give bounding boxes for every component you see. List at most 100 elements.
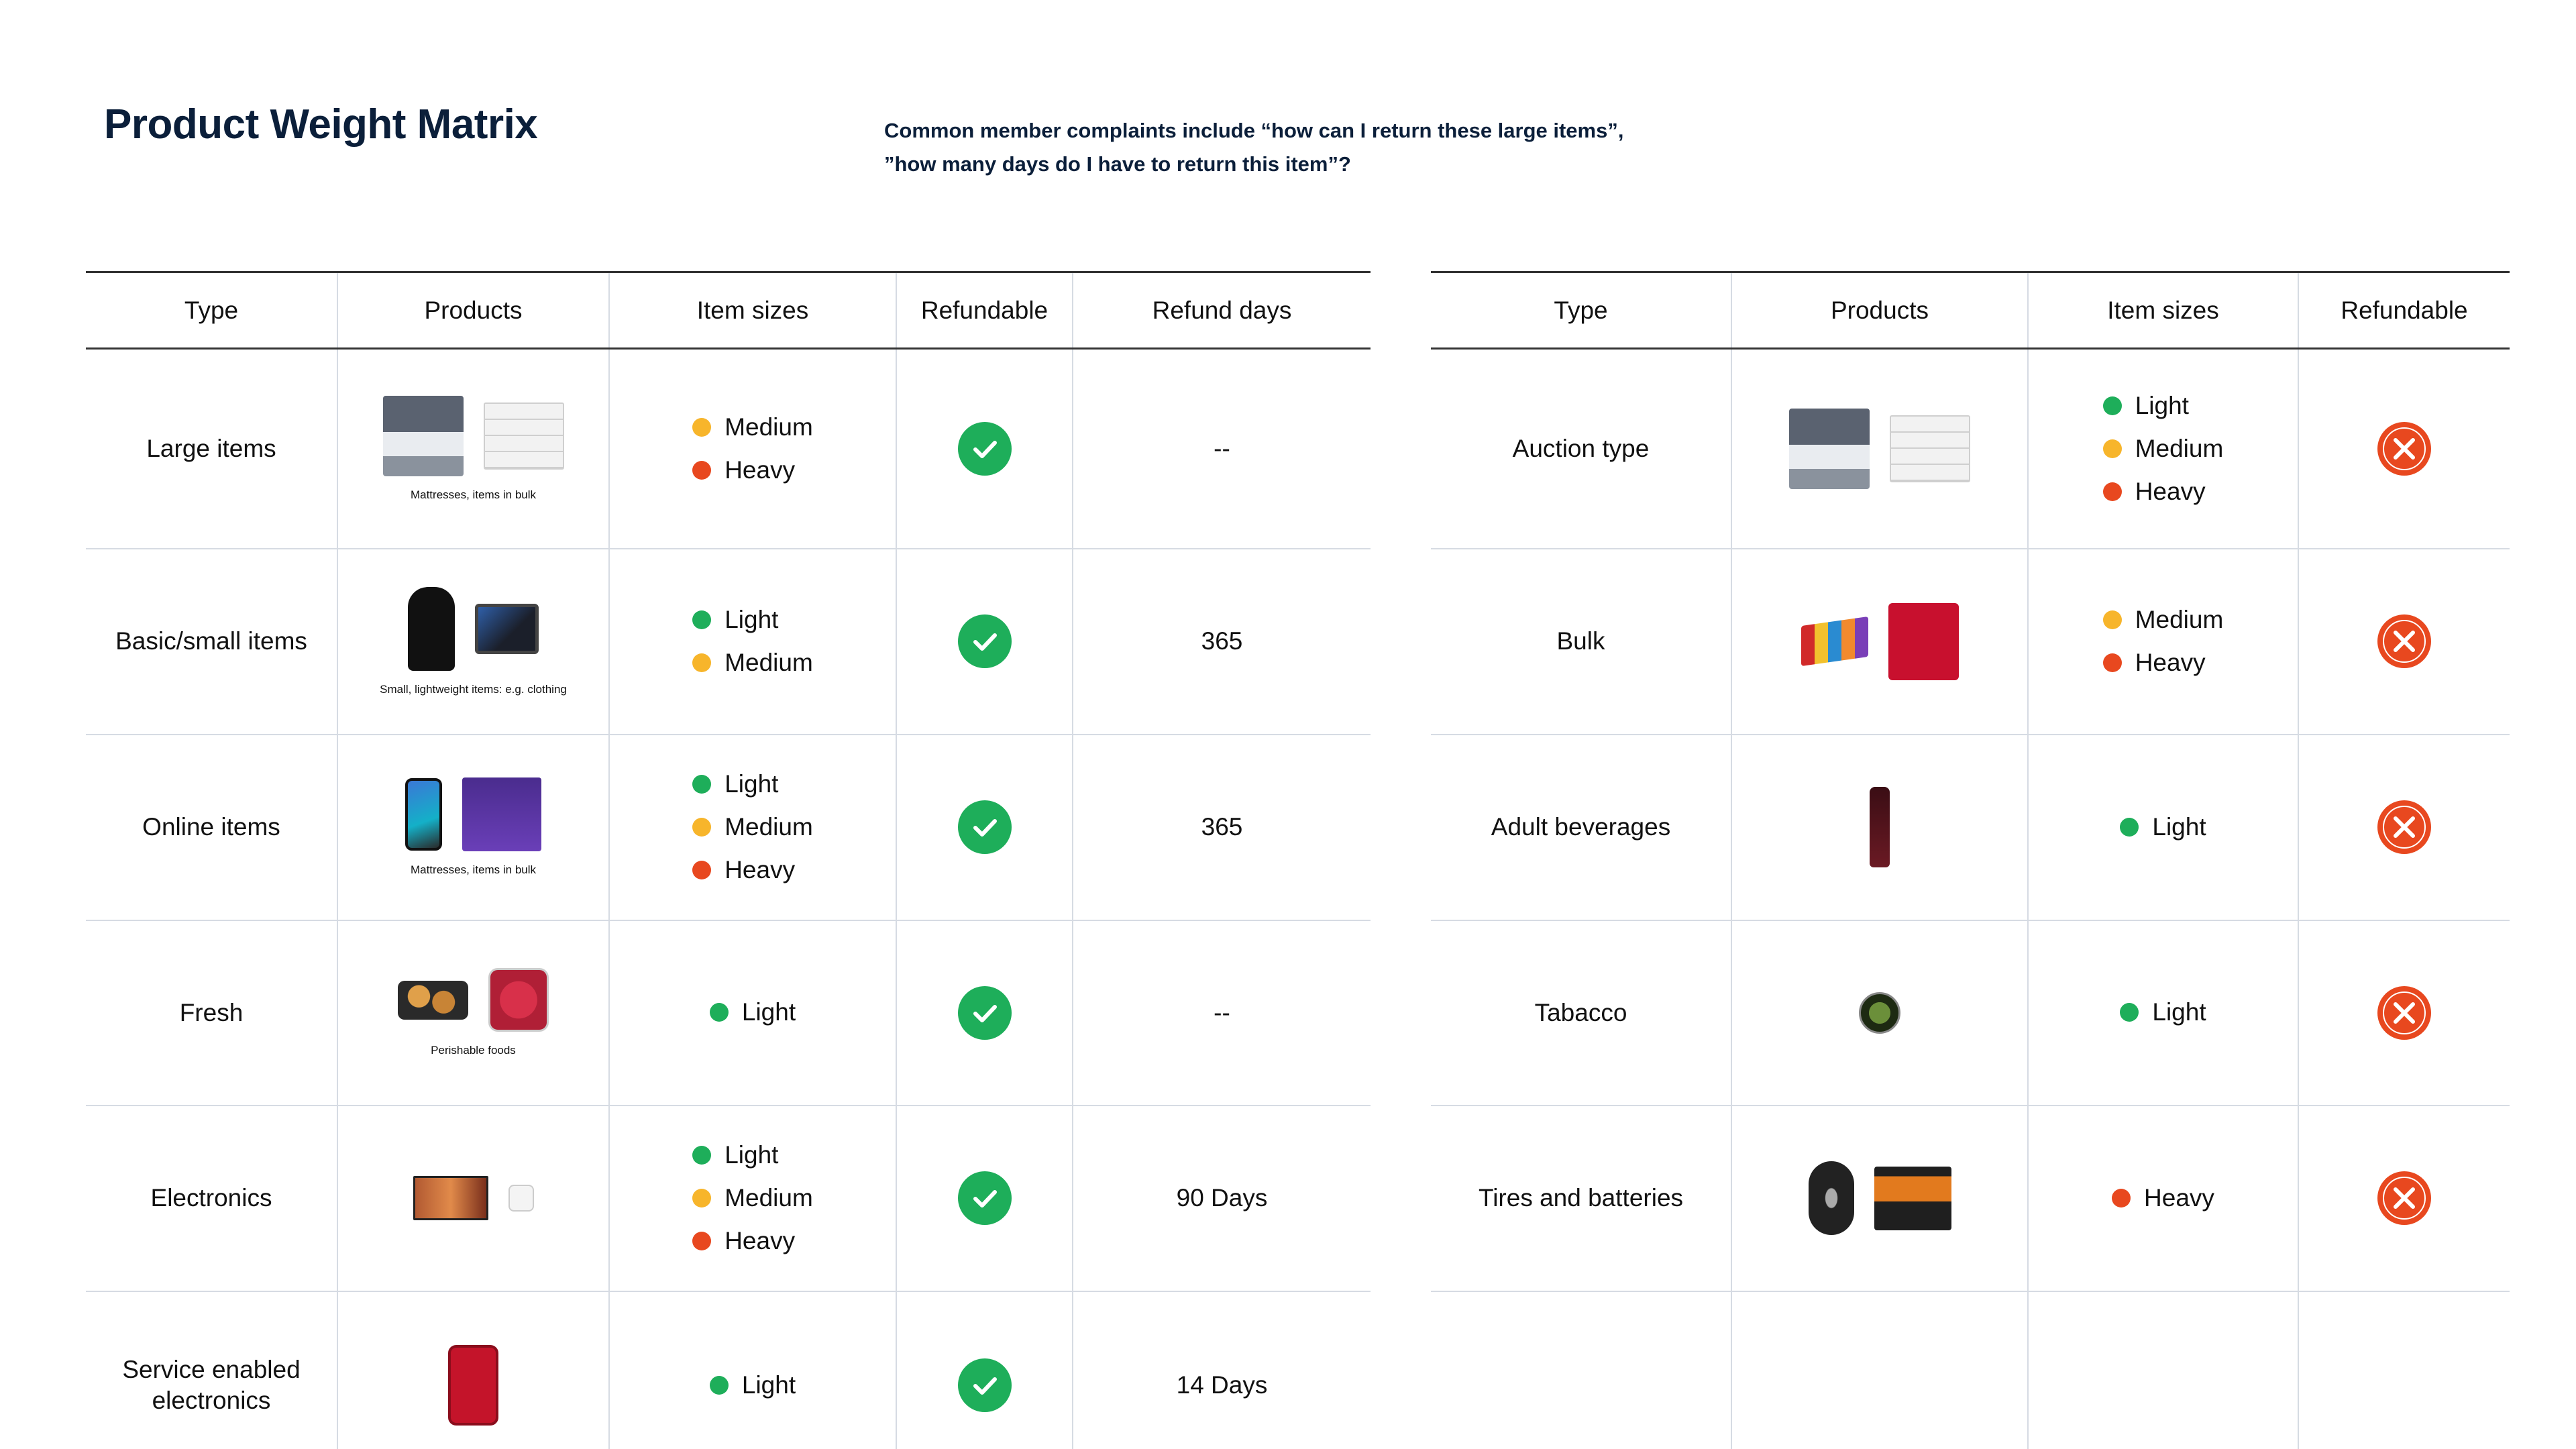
table-row: Auction type Light Medium Heavy	[1431, 348, 2510, 549]
size-light: Light	[709, 1371, 796, 1400]
refundable-cell	[2298, 734, 2510, 921]
products-cell	[1731, 348, 2028, 549]
size-heavy: Heavy	[2112, 1183, 2214, 1213]
size-heavy: Heavy	[2102, 477, 2206, 506]
light-dot-icon	[709, 1375, 729, 1395]
heavy-dot-icon	[2102, 653, 2122, 672]
size-medium: Medium	[692, 812, 813, 842]
check-circle-icon	[957, 614, 1012, 668]
dresser-icon	[483, 402, 564, 470]
products-caption: Small, lightweight items: e.g. clothing	[380, 682, 567, 696]
table-row: Tabacco Light	[1431, 920, 2510, 1106]
refund-days-cell: --	[1072, 920, 1371, 1106]
member-complaints-note: Common member complaints include “how ca…	[884, 114, 1623, 181]
food-tray-icon	[398, 980, 468, 1020]
item-sizes-cell: Light Medium Heavy	[608, 1105, 896, 1292]
products-caption: Mattresses, items in bulk	[410, 488, 537, 501]
tv-icon	[413, 1176, 488, 1220]
type-cell: Service enabled electronics	[122, 1356, 301, 1414]
candy-bars-icon	[1801, 616, 1868, 667]
size-medium: Medium	[2102, 434, 2223, 464]
snack-box-icon	[462, 777, 541, 851]
tobacco-tin-icon	[1859, 991, 1900, 1034]
medium-dot-icon	[692, 1189, 712, 1208]
refundable-cell	[2298, 348, 2510, 549]
table-row: Electronics Light Medium Heavy 90 Days	[86, 1105, 1371, 1292]
x-circle-icon	[2377, 800, 2431, 854]
header-type: Type	[1431, 271, 1731, 350]
light-dot-icon	[692, 610, 712, 629]
heavy-dot-icon	[692, 861, 712, 879]
size-light: Light	[709, 998, 796, 1027]
medium-dot-icon	[2102, 439, 2122, 458]
item-sizes-cell: Medium Heavy	[2027, 548, 2298, 735]
size-light: Light	[2102, 391, 2189, 421]
check-circle-icon	[957, 985, 1012, 1040]
power-adapter-icon	[508, 1185, 534, 1212]
medium-dot-icon	[692, 417, 712, 437]
refund-days-cell: 90 Days	[1072, 1105, 1371, 1292]
empty-table-row	[1431, 1291, 2510, 1449]
page-title: Product Weight Matrix	[104, 101, 538, 148]
item-sizes-cell: Light Medium Heavy	[608, 734, 896, 921]
heavy-dot-icon	[2102, 482, 2122, 501]
products-cell	[1731, 548, 2028, 735]
type-cell: Tires and batteries	[1431, 1105, 1731, 1292]
header-products: Products	[1731, 271, 2028, 350]
header-item-sizes: Item sizes	[2027, 271, 2298, 350]
check-circle-icon	[957, 800, 1012, 854]
table-row: Service enabled electronics Light 14 Day…	[86, 1291, 1371, 1449]
products-cell: Mattresses, items in bulk	[337, 734, 609, 921]
note-line-1: Common member complaints include “how ca…	[884, 119, 1624, 142]
products-cell	[1731, 920, 2028, 1106]
mattress-icon	[1789, 408, 1870, 489]
refundable-cell	[896, 734, 1073, 921]
size-medium: Medium	[692, 648, 813, 678]
type-cell: Tabacco	[1431, 920, 1731, 1106]
table-row: Bulk Medium Heavy	[1431, 548, 2510, 735]
check-circle-icon	[957, 1171, 1012, 1225]
shirt-icon	[408, 586, 455, 671]
light-dot-icon	[2102, 396, 2122, 415]
non-refundable-matrix-table: Type Products Item sizes Refundable Auct…	[1431, 271, 2510, 1449]
car-battery-icon	[1874, 1166, 1951, 1230]
header-item-sizes: Item sizes	[608, 271, 896, 350]
refundable-cell	[896, 348, 1073, 549]
table-row: Large items Mattresses, items in bulk Me…	[86, 348, 1371, 549]
x-circle-icon	[2377, 421, 2431, 476]
table-row: Online items Mattresses, items in bulk L…	[86, 734, 1371, 921]
type-cell: Fresh	[86, 920, 337, 1106]
type-cell: Adult beverages	[1431, 734, 1731, 921]
tablet-icon	[475, 603, 539, 654]
size-heavy: Heavy	[2102, 648, 2206, 678]
table-row: Basic/small items Small, lightweight ite…	[86, 548, 1371, 735]
refundable-cell	[896, 920, 1073, 1106]
size-light: Light	[692, 1140, 778, 1170]
size-light: Light	[2120, 812, 2206, 842]
tire-icon	[1808, 1161, 1854, 1235]
size-medium: Medium	[2102, 605, 2223, 635]
x-circle-icon	[2377, 1171, 2431, 1225]
light-dot-icon	[692, 775, 712, 794]
header-type: Type	[86, 271, 337, 350]
table-row: Tires and batteries Heavy	[1431, 1105, 2510, 1292]
note-line-2: ”how many days do I have to return this …	[884, 152, 1351, 176]
phone-icon	[405, 778, 442, 851]
candy-box-icon	[1888, 602, 1959, 680]
light-dot-icon	[692, 1146, 712, 1165]
refund-days-cell: --	[1072, 348, 1371, 549]
light-dot-icon	[2120, 817, 2139, 837]
header-refundable: Refundable	[896, 271, 1073, 350]
products-caption: Perishable foods	[431, 1044, 516, 1057]
heavy-dot-icon	[692, 460, 712, 480]
size-heavy: Heavy	[692, 855, 795, 885]
size-light: Light	[2120, 998, 2206, 1027]
size-light: Light	[692, 769, 778, 799]
size-medium: Medium	[692, 1183, 813, 1213]
products-cell	[337, 1105, 609, 1292]
wine-bottle-icon	[1870, 787, 1890, 867]
check-circle-icon	[957, 421, 1012, 476]
mattress-icon	[382, 395, 464, 476]
light-dot-icon	[709, 1003, 729, 1022]
light-dot-icon	[2120, 1003, 2139, 1022]
